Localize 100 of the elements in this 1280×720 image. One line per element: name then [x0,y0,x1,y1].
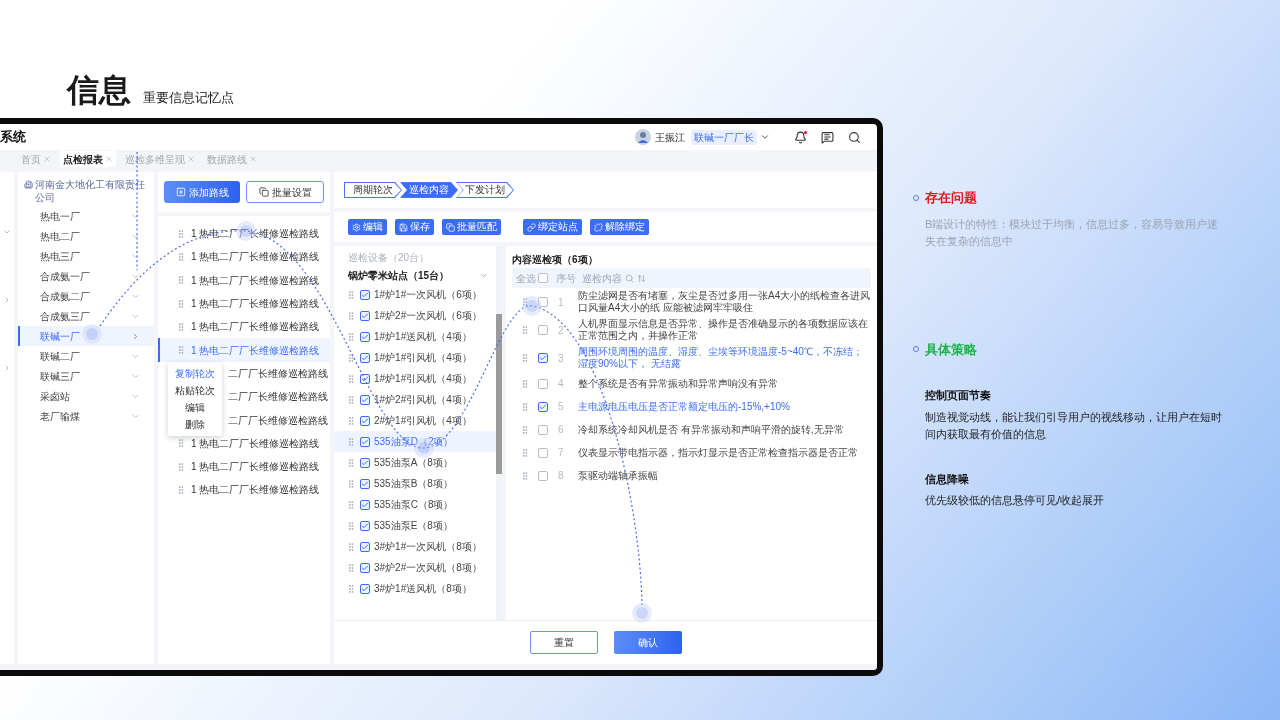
drag-handle-icon[interactable] [176,228,186,239]
caret-icon[interactable] [760,132,770,142]
drag-handle-icon[interactable] [346,541,356,552]
drag-handle-icon[interactable] [346,520,356,531]
drag-handle-icon[interactable] [520,401,530,412]
route-item[interactable]: 1 热电二厂厂长维修巡检路线 [158,478,330,502]
tree-item[interactable]: 采卤站 [18,386,154,406]
step-tab[interactable]: 下发计划 [456,182,514,198]
tree-item[interactable]: 热电二厂 [18,226,154,246]
device-item[interactable]: 1#炉1#一次风机（6项） [334,284,496,305]
tree-item[interactable]: 热电三厂 [18,246,154,266]
checkbox[interactable] [360,583,370,594]
drag-handle-icon[interactable] [176,275,186,286]
menu-item[interactable]: 删除 [168,416,222,433]
drag-handle-icon[interactable] [176,298,186,309]
checkbox[interactable] [360,520,370,531]
close-icon[interactable] [43,155,51,163]
tree-item[interactable]: 老厂输煤 [18,406,154,426]
drag-handle-icon[interactable] [346,583,356,594]
sort-icon[interactable] [637,273,646,283]
route-item[interactable]: 1 热电二厂厂长维修巡检路线 [158,222,330,246]
toolbar-button[interactable]: 编辑 [348,219,387,235]
drag-handle-icon[interactable] [520,424,530,435]
checkbox[interactable] [360,562,370,573]
checkbox[interactable] [360,415,370,426]
step-tab[interactable]: 巡检内容 [400,182,458,198]
device-item[interactable]: 535油泵B（8项） [334,473,496,494]
device-item[interactable]: 1#炉1#引风机（4项） [334,347,496,368]
drag-handle-icon[interactable] [346,562,356,573]
drag-handle-icon[interactable] [176,251,186,262]
chevron-icon[interactable] [3,228,11,236]
tree-item[interactable]: 联碱三厂 [18,366,154,386]
drag-handle-icon[interactable] [520,470,530,481]
tree-item[interactable]: 合成氨三厂 [18,306,154,326]
menu-item[interactable]: 复制轮次 [168,365,222,382]
notification-button[interactable] [794,130,807,144]
route-item[interactable]: 二厂厂长维修巡检路线 [224,385,330,409]
checkbox[interactable] [360,352,370,363]
reset-button[interactable]: 重置 [529,631,598,654]
drag-handle-icon[interactable] [346,457,356,468]
company-name[interactable]: 河南金大地化工有限责任公司 [35,178,148,204]
drag-handle-icon[interactable] [176,321,186,332]
add-route-button[interactable]: 添加路线 [164,181,240,203]
drag-handle-icon[interactable] [346,478,356,489]
tree-item[interactable]: 热电一厂 [18,206,154,226]
drag-handle-icon[interactable] [346,394,356,405]
checkbox[interactable] [538,273,548,283]
device-item[interactable]: 1#炉2#一次风机（6项） [334,305,496,326]
route-item[interactable]: 1 热电二厂厂长维修巡检路线 [158,268,330,292]
checkbox[interactable] [538,424,548,435]
avatar-icon[interactable] [635,129,651,145]
message-icon[interactable] [821,130,834,144]
device-item[interactable]: 1#炉1#送风机（4项） [334,326,496,347]
route-item[interactable]: 二厂厂长维修巡检路线 [224,408,330,432]
route-item[interactable]: 1 热电二厂厂长维修巡检路线 [158,245,330,269]
checkbox[interactable] [538,297,548,307]
drag-handle-icon[interactable] [520,378,530,389]
checkbox[interactable] [360,478,370,489]
checkbox[interactable] [538,470,548,481]
device-item[interactable]: 535油泵C（8项） [334,494,496,515]
step-tab[interactable]: 周期轮次 [344,182,402,198]
tree-item[interactable]: 合成氨二厂 [18,286,154,306]
checkbox[interactable] [538,401,548,412]
close-icon[interactable] [105,155,113,163]
toolbar-button[interactable]: 绑定站点 [523,219,582,235]
drag-handle-icon[interactable] [176,461,186,472]
drag-handle-icon[interactable] [176,484,186,495]
route-item[interactable]: 1 热电二厂厂长维修巡检路线 [158,431,330,455]
checkbox[interactable] [360,373,370,384]
menu-item[interactable]: 编辑 [168,399,222,416]
device-item[interactable]: 3#炉1#送风机（8项） [334,578,496,599]
drag-handle-icon[interactable] [176,438,186,449]
batch-settings-button[interactable]: 批量设置 [246,181,324,203]
route-item[interactable]: 1 热电二厂厂长维修巡检路线 [158,454,330,479]
drag-handle-icon[interactable] [520,325,530,335]
device-item[interactable]: 1#炉1#引风机（4项） [334,368,496,389]
checkbox[interactable] [538,378,548,389]
menu-item[interactable]: 粘贴轮次 [168,382,222,399]
drag-handle-icon[interactable] [346,352,356,363]
toolbar-button[interactable]: 保存 [395,219,434,235]
drag-handle-icon[interactable] [346,289,356,300]
device-item[interactable]: 3#炉1#一次风机（8项） [334,536,496,557]
drag-handle-icon[interactable] [346,415,356,426]
device-item[interactable]: 535油泵D（2项） [334,431,496,452]
checkbox[interactable] [360,289,370,300]
drag-handle-icon[interactable] [346,331,356,342]
checkbox[interactable] [360,394,370,405]
confirm-button[interactable]: 确认 [613,631,682,654]
drag-handle-icon[interactable] [346,436,356,447]
checkbox[interactable] [360,541,370,552]
checkbox[interactable] [538,325,548,335]
device-item[interactable]: 3#炉2#一次风机（8项） [334,557,496,578]
device-item[interactable]: 535油泵E（8项） [334,515,496,536]
route-item[interactable]: 二厂厂长维修巡检路线 [224,361,330,386]
tree-item[interactable]: 联碱一厂 [18,326,154,346]
device-item[interactable]: 1#炉2#引风机（4项） [334,389,496,410]
toolbar-button[interactable]: 批量匹配 [442,219,501,235]
route-item[interactable]: 1 热电二厂厂长维修巡检路线 [158,291,330,316]
tree-item[interactable]: 合成氨一厂 [18,266,154,286]
drag-handle-icon[interactable] [346,499,356,510]
